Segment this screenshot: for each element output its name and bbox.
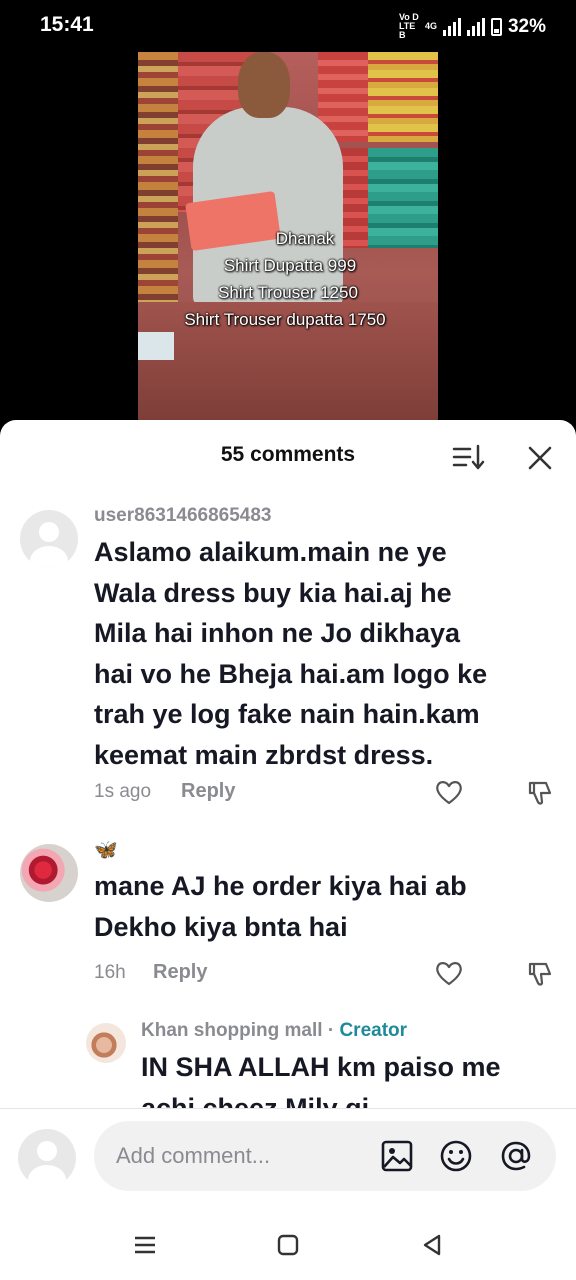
comment-input[interactable]: Add comment...	[94, 1121, 556, 1191]
reply-button[interactable]: Reply	[153, 961, 207, 984]
sort-icon[interactable]	[452, 442, 486, 472]
comment-text: mane AJ he order kiya hai ab Dekho kiya …	[94, 871, 467, 942]
avatar	[18, 1129, 76, 1187]
comments-header: 55 comments	[0, 420, 576, 490]
creator-badge: Creator	[339, 1020, 408, 1041]
avatar[interactable]	[86, 1023, 126, 1063]
image-icon[interactable]	[380, 1139, 414, 1173]
caption-line: Shirt Dupatta 999	[223, 256, 357, 275]
network-type: 4G	[424, 21, 437, 31]
back-icon[interactable]	[418, 1231, 446, 1259]
comment-username[interactable]: Khan shopping mall · Creator	[141, 1020, 407, 1042]
menu-icon[interactable]	[131, 1231, 159, 1259]
status-indicators: Vo D LTE B 4G 32%	[399, 13, 546, 40]
dislike-icon[interactable]	[526, 958, 556, 988]
video-caption: Dhanak Shirt Dupatta 999 Shirt Trouser 1…	[138, 225, 438, 333]
mention-icon[interactable]	[499, 1139, 533, 1173]
status-time: 15:41	[40, 13, 94, 36]
battery-percent: 32%	[507, 15, 546, 37]
dislike-icon[interactable]	[526, 777, 556, 807]
system-navbar	[0, 1209, 576, 1280]
comments-count-title: 55 comments	[220, 443, 356, 466]
comment-input-placeholder: Add comment...	[116, 1143, 271, 1168]
comment-time: 1s ago	[94, 781, 152, 802]
reply-button[interactable]: Reply	[181, 780, 235, 803]
video-box	[138, 332, 174, 360]
video-player[interactable]: Dhanak Shirt Dupatta 999 Shirt Trouser 1…	[138, 52, 438, 420]
like-icon[interactable]	[434, 958, 464, 988]
comment-composer: Add comment...	[0, 1108, 576, 1280]
home-icon[interactable]	[274, 1231, 302, 1259]
caption-line: Dhanak	[275, 229, 335, 248]
comment-username[interactable]: user8631466865483	[94, 505, 272, 527]
battery-icon	[490, 17, 502, 36]
signal-icon	[442, 17, 461, 36]
avatar[interactable]	[20, 844, 78, 902]
comment-username[interactable]: 🦋	[94, 838, 118, 862]
caption-line: Shirt Trouser 1250	[218, 283, 358, 302]
status-bar: 15:41 Vo D LTE B 4G 32%	[0, 0, 576, 52]
comments-sheet: 55 comments user8631466865483 Aslamo ala…	[0, 420, 576, 1280]
comment-time: 16h	[94, 962, 126, 983]
avatar[interactable]	[20, 510, 78, 568]
video-person-head	[238, 52, 290, 118]
like-icon[interactable]	[434, 777, 464, 807]
close-icon[interactable]	[526, 444, 554, 472]
signal-icon-sim2	[466, 17, 485, 36]
video-shelf	[368, 52, 438, 142]
creator-separator: ·	[322, 1020, 340, 1041]
comment-text: Aslamo alaikum.main ne ye Wala dress buy…	[94, 537, 488, 770]
emoji-icon[interactable]	[439, 1139, 473, 1173]
volte-indicator: Vo D LTE B	[398, 12, 419, 40]
caption-line: Shirt Trouser dupatta 1750	[184, 310, 386, 329]
